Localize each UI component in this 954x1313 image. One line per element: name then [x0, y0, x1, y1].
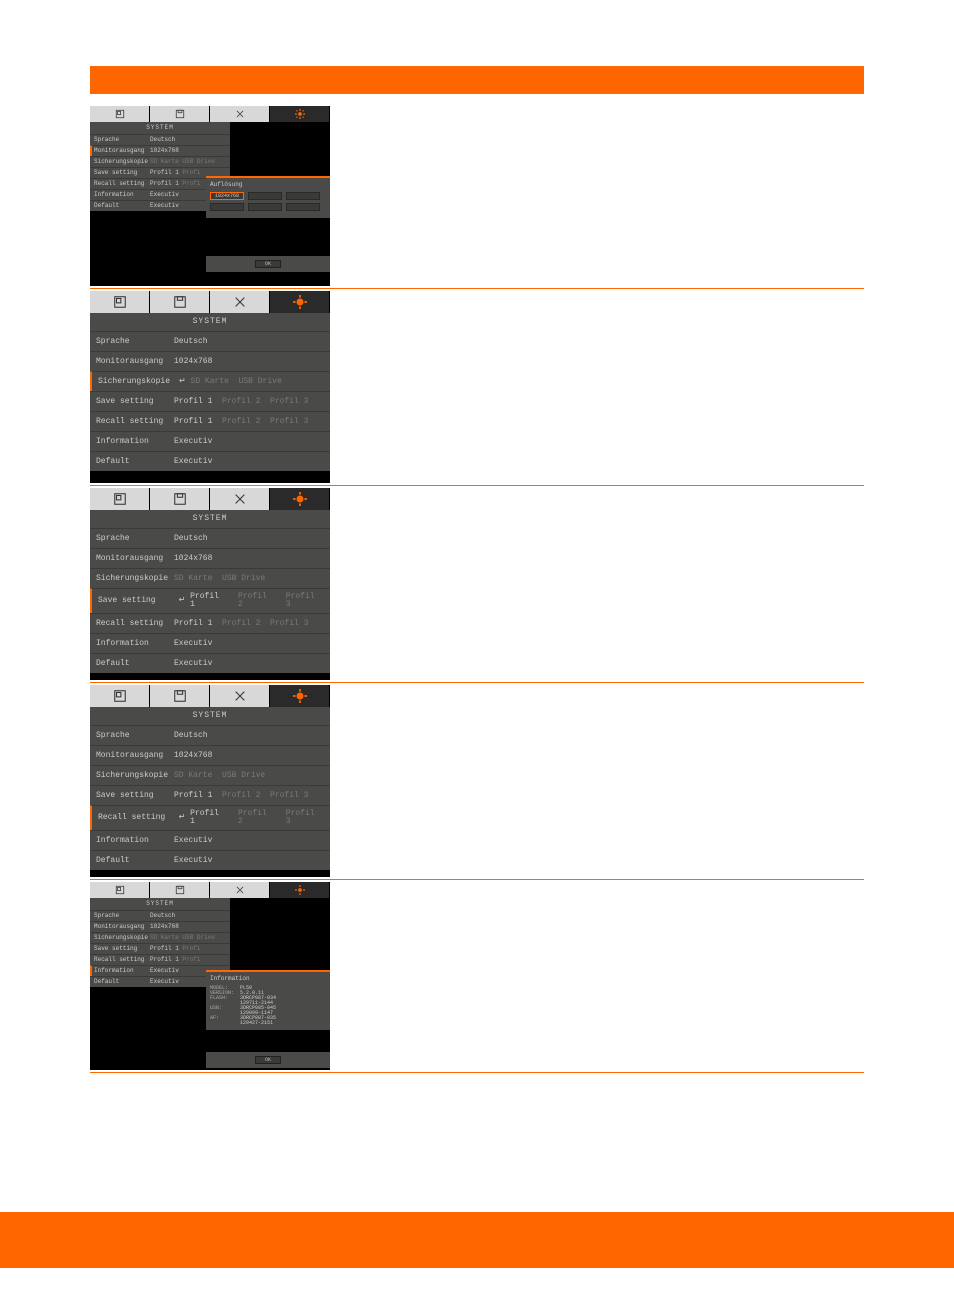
row-monitor[interactable]: Monitorausgang1024x768	[90, 145, 230, 156]
tab-save[interactable]	[150, 106, 210, 122]
tab-system[interactable]	[270, 685, 330, 707]
tab-system[interactable]	[270, 291, 330, 313]
tab-system[interactable]	[270, 882, 330, 898]
tab-tools[interactable]	[210, 291, 270, 313]
screenshot-4: SYSTEM SpracheDeutsch Monitorausgang1024…	[90, 685, 330, 877]
tab-bar	[90, 106, 330, 122]
row-monitor[interactable]: Monitorausgang1024x768	[90, 745, 330, 765]
pane-title: SYSTEM	[90, 313, 330, 331]
doc-row-2: SYSTEM SpracheDeutsch Monitorausgang1024…	[90, 289, 864, 486]
row-info[interactable]: InformationExecutiv	[90, 431, 330, 451]
tab-tools[interactable]	[210, 106, 270, 122]
tab-save[interactable]	[150, 685, 210, 707]
res-opt-5[interactable]	[286, 203, 320, 211]
row-info[interactable]: InformationExecutiv	[90, 830, 330, 850]
tab-system[interactable]	[270, 488, 330, 510]
tab-bar	[90, 685, 330, 707]
doc-row-1: SYSTEM SpracheDeutsch Monitorausgang1024…	[90, 104, 864, 289]
row-save[interactable]: Save settingProfil 1 Profil 2 Profil 3	[90, 391, 330, 411]
res-opt-2[interactable]	[286, 192, 320, 200]
row-save[interactable]: Save setting↵ Profil 1 Profil 2 Profil 3	[90, 588, 330, 613]
popup-title: Information	[210, 976, 326, 982]
tab-save[interactable]	[150, 882, 210, 898]
section-header-bar	[90, 66, 864, 94]
pane-title: SYSTEM	[90, 707, 330, 725]
screenshot-5: SYSTEM SpracheDeutsch Monitorausgang1024…	[90, 882, 330, 1070]
row-recall[interactable]: Recall settingProfil 1 Profil 2 Profil 3	[90, 613, 330, 633]
res-opt-0[interactable]: 1024x768	[210, 192, 244, 200]
info-table: MODEL:PL50 VERSION:5.2.0.11 FLASH:3DRCP0…	[210, 986, 326, 1026]
tab-frame[interactable]	[90, 685, 150, 707]
row-save[interactable]: Save settingProfil 1 Profil 2 Profil 3	[90, 785, 330, 805]
res-opt-1[interactable]	[248, 192, 282, 200]
row-sprache[interactable]: SpracheDeutsch	[90, 725, 330, 745]
doc-row-4: SYSTEM SpracheDeutsch Monitorausgang1024…	[90, 683, 864, 880]
page-footer	[0, 1212, 954, 1268]
tab-tools[interactable]	[210, 685, 270, 707]
row-sicher[interactable]: SicherungskopieSD Karte USB Drive	[90, 156, 230, 167]
row-save[interactable]: Save settingProfil 1 Profi	[90, 943, 230, 954]
row-info[interactable]: InformationExecutiv	[90, 633, 330, 653]
tab-frame[interactable]	[90, 488, 150, 510]
res-opt-3[interactable]	[210, 203, 244, 211]
tab-frame[interactable]	[90, 882, 150, 898]
doc-row-3: SYSTEM SpracheDeutsch Monitorausgang1024…	[90, 486, 864, 683]
row-sprache[interactable]: SpracheDeutsch	[90, 528, 330, 548]
row-sicher[interactable]: Sicherungskopie↵ SD Karte USB Drive	[90, 371, 330, 391]
res-opt-4[interactable]	[248, 203, 282, 211]
tab-bar	[90, 291, 330, 313]
popup-ok[interactable]: OK	[255, 1056, 281, 1064]
pane-title: SYSTEM	[90, 122, 230, 134]
resolution-popup: Auflösung 1024x768	[206, 176, 330, 218]
tab-tools[interactable]	[210, 488, 270, 510]
tab-system[interactable]	[270, 106, 330, 122]
tab-tools[interactable]	[210, 882, 270, 898]
tab-save[interactable]	[150, 291, 210, 313]
tab-bar	[90, 882, 330, 898]
tab-save[interactable]	[150, 488, 210, 510]
row-default[interactable]: DefaultExecutiv	[90, 451, 330, 471]
pane-title: SYSTEM	[90, 898, 230, 910]
row-default[interactable]: DefaultExecutiv	[90, 653, 330, 673]
row-monitor[interactable]: Monitorausgang1024x768	[90, 921, 230, 932]
tab-bar	[90, 488, 330, 510]
tab-frame[interactable]	[90, 106, 150, 122]
screenshot-1: SYSTEM SpracheDeutsch Monitorausgang1024…	[90, 106, 330, 286]
popup-ok[interactable]: OK	[255, 260, 281, 268]
row-sprache[interactable]: SpracheDeutsch	[90, 910, 230, 921]
row-sprache[interactable]: SpracheDeutsch	[90, 331, 330, 351]
tab-frame[interactable]	[90, 291, 150, 313]
row-recall[interactable]: Recall setting↵ Profil 1 Profil 2 Profil…	[90, 805, 330, 830]
popup-title: Auflösung	[210, 182, 326, 188]
row-monitor[interactable]: Monitorausgang1024x768	[90, 548, 330, 568]
row-sicher[interactable]: SicherungskopieSD Karte USB Drive	[90, 932, 230, 943]
information-popup: Information MODEL:PL50 VERSION:5.2.0.11 …	[206, 970, 330, 1030]
row-default[interactable]: DefaultExecutiv	[90, 850, 330, 870]
pane-title: SYSTEM	[90, 510, 330, 528]
row-sicher[interactable]: SicherungskopieSD Karte USB Drive	[90, 568, 330, 588]
row-monitor[interactable]: Monitorausgang1024x768	[90, 351, 330, 371]
doc-row-5: SYSTEM SpracheDeutsch Monitorausgang1024…	[90, 880, 864, 1073]
row-sprache[interactable]: SpracheDeutsch	[90, 134, 230, 145]
screenshot-3: SYSTEM SpracheDeutsch Monitorausgang1024…	[90, 488, 330, 680]
row-sicher[interactable]: SicherungskopieSD Karte USB Drive	[90, 765, 330, 785]
row-recall[interactable]: Recall settingProfil 1 Profil 2 Profil 3	[90, 411, 330, 431]
screenshot-2: SYSTEM SpracheDeutsch Monitorausgang1024…	[90, 291, 330, 483]
row-recall[interactable]: Recall settingProfil 1 Profi	[90, 954, 230, 965]
